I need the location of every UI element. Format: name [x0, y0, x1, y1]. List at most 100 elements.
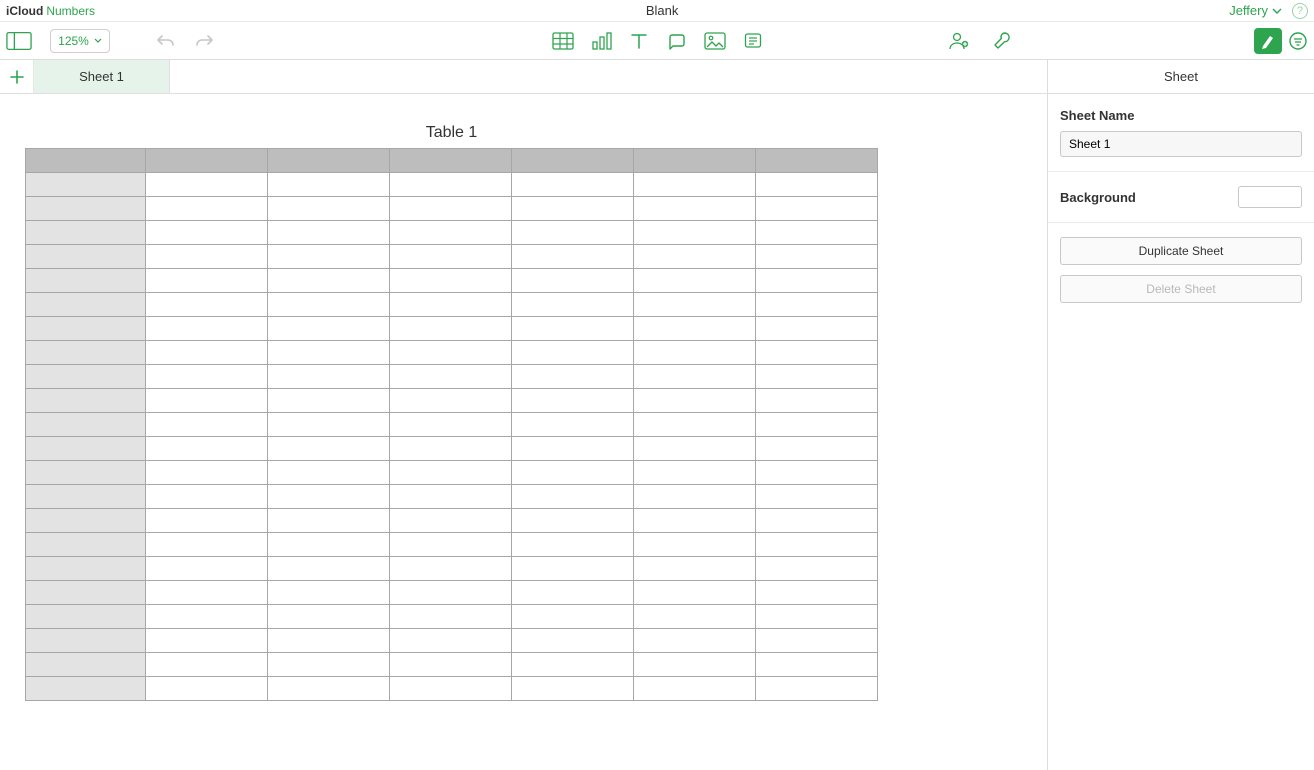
- table-cell[interactable]: [512, 197, 634, 221]
- table-cell[interactable]: [268, 293, 390, 317]
- table-cell[interactable]: [512, 293, 634, 317]
- table-cell[interactable]: [390, 341, 512, 365]
- table-cell[interactable]: [634, 365, 756, 389]
- table-cell[interactable]: [268, 509, 390, 533]
- table-cell[interactable]: [390, 269, 512, 293]
- table-cell[interactable]: [756, 173, 878, 197]
- table-cell[interactable]: [390, 293, 512, 317]
- table-cell[interactable]: [512, 341, 634, 365]
- table-cell[interactable]: [146, 389, 268, 413]
- table-cell[interactable]: [634, 317, 756, 341]
- table-cell[interactable]: [634, 533, 756, 557]
- table-cell[interactable]: [634, 389, 756, 413]
- organize-inspector-button[interactable]: [1288, 27, 1308, 55]
- inspector-tab-sheet[interactable]: Sheet: [1048, 60, 1314, 94]
- table-cell[interactable]: [268, 317, 390, 341]
- table-cell[interactable]: [634, 581, 756, 605]
- column-header[interactable]: [268, 149, 390, 173]
- table-cell[interactable]: [268, 341, 390, 365]
- table-cell[interactable]: [512, 245, 634, 269]
- table-cell[interactable]: [756, 557, 878, 581]
- row-header[interactable]: [26, 653, 146, 677]
- table-cell[interactable]: [146, 197, 268, 221]
- table-cell[interactable]: [268, 197, 390, 221]
- sheet-name-input[interactable]: [1060, 131, 1302, 157]
- row-header[interactable]: [26, 509, 146, 533]
- table-cell[interactable]: [512, 317, 634, 341]
- row-header[interactable]: [26, 533, 146, 557]
- table-cell[interactable]: [390, 437, 512, 461]
- table-cell[interactable]: [634, 605, 756, 629]
- table-cell[interactable]: [756, 389, 878, 413]
- table-cell[interactable]: [756, 485, 878, 509]
- table-cell[interactable]: [512, 653, 634, 677]
- table-cell[interactable]: [634, 245, 756, 269]
- table-cell[interactable]: [146, 461, 268, 485]
- table-cell[interactable]: [512, 533, 634, 557]
- table-cell[interactable]: [146, 245, 268, 269]
- column-header[interactable]: [390, 149, 512, 173]
- table-cell[interactable]: [756, 581, 878, 605]
- table-cell[interactable]: [756, 509, 878, 533]
- table-cell[interactable]: [390, 413, 512, 437]
- duplicate-sheet-button[interactable]: Duplicate Sheet: [1060, 237, 1302, 265]
- row-header[interactable]: [26, 317, 146, 341]
- sheet-tab[interactable]: Sheet 1: [34, 60, 170, 93]
- table-cell[interactable]: [512, 581, 634, 605]
- row-header[interactable]: [26, 629, 146, 653]
- table-cell[interactable]: [512, 509, 634, 533]
- table-cell[interactable]: [146, 173, 268, 197]
- table-cell[interactable]: [634, 221, 756, 245]
- table-cell[interactable]: [268, 365, 390, 389]
- row-header[interactable]: [26, 269, 146, 293]
- table-cell[interactable]: [390, 317, 512, 341]
- table-cell[interactable]: [390, 461, 512, 485]
- table-cell[interactable]: [146, 629, 268, 653]
- table-cell[interactable]: [390, 533, 512, 557]
- table-cell[interactable]: [756, 293, 878, 317]
- table-cell[interactable]: [146, 365, 268, 389]
- table-cell[interactable]: [268, 485, 390, 509]
- insert-chart-button[interactable]: [592, 27, 612, 55]
- table-cell[interactable]: [512, 437, 634, 461]
- add-sheet-button[interactable]: [0, 60, 34, 93]
- table-cell[interactable]: [756, 629, 878, 653]
- spreadsheet-table[interactable]: [25, 148, 878, 701]
- table-cell[interactable]: [756, 677, 878, 701]
- background-color-well[interactable]: [1238, 186, 1302, 208]
- table-cell[interactable]: [390, 389, 512, 413]
- table-cell[interactable]: [390, 365, 512, 389]
- table-cell[interactable]: [146, 317, 268, 341]
- table-cell[interactable]: [146, 605, 268, 629]
- table-cell[interactable]: [512, 557, 634, 581]
- column-header[interactable]: [634, 149, 756, 173]
- table-cell[interactable]: [146, 509, 268, 533]
- table-cell[interactable]: [756, 269, 878, 293]
- row-header[interactable]: [26, 413, 146, 437]
- table-cell[interactable]: [756, 341, 878, 365]
- insert-media-button[interactable]: [704, 27, 726, 55]
- table-cell[interactable]: [634, 509, 756, 533]
- table-cell[interactable]: [268, 581, 390, 605]
- table-cell[interactable]: [756, 245, 878, 269]
- table-cell[interactable]: [512, 269, 634, 293]
- table-cell[interactable]: [268, 245, 390, 269]
- table-cell[interactable]: [756, 221, 878, 245]
- table-cell[interactable]: [512, 485, 634, 509]
- table-cell[interactable]: [146, 653, 268, 677]
- redo-button[interactable]: [194, 27, 214, 55]
- table-cell[interactable]: [390, 653, 512, 677]
- insert-shape-button[interactable]: [666, 27, 686, 55]
- zoom-select[interactable]: 125%: [50, 29, 110, 53]
- tools-button[interactable]: [992, 27, 1012, 55]
- table-cell[interactable]: [756, 365, 878, 389]
- table-cell[interactable]: [634, 629, 756, 653]
- column-header[interactable]: [756, 149, 878, 173]
- table-cell[interactable]: [756, 461, 878, 485]
- table-cell[interactable]: [512, 365, 634, 389]
- table-cell[interactable]: [390, 173, 512, 197]
- table-cell[interactable]: [390, 485, 512, 509]
- table-cell[interactable]: [390, 245, 512, 269]
- table-cell[interactable]: [268, 269, 390, 293]
- table-cell[interactable]: [268, 677, 390, 701]
